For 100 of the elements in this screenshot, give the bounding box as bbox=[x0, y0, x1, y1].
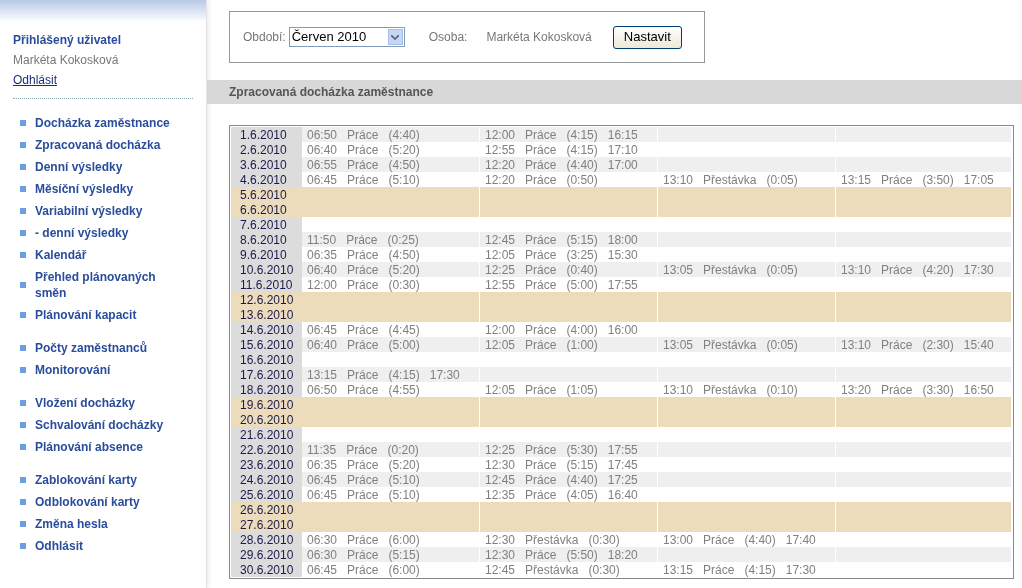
start-time: 12:55 bbox=[485, 141, 516, 159]
duration: (0:50) bbox=[566, 172, 598, 189]
start-time: 13:00 bbox=[663, 531, 694, 549]
duration: (4:15) bbox=[566, 126, 598, 144]
activity-type: Práce bbox=[347, 261, 379, 279]
end-time: 17:10 bbox=[607, 141, 638, 159]
activity-type: Práce bbox=[703, 531, 735, 549]
set-button[interactable]: Nastavit bbox=[612, 25, 682, 49]
bullet-icon bbox=[20, 367, 26, 373]
activity-type: Práce bbox=[347, 471, 379, 489]
menu-item[interactable]: Kalendář bbox=[35, 247, 175, 263]
menu-item[interactable]: Monitorování bbox=[35, 362, 175, 378]
date-cell: 22.6.2010 bbox=[231, 442, 302, 457]
start-time: 13:10 bbox=[841, 261, 872, 279]
duration: (3:30) bbox=[922, 381, 954, 399]
date-cell: 18.6.2010 bbox=[231, 382, 302, 397]
date-cell: 30.6.2010 bbox=[231, 562, 302, 577]
date-cell: 7.6.2010 bbox=[231, 217, 302, 232]
bullet-icon bbox=[20, 208, 26, 214]
activity-type: Práce bbox=[525, 156, 557, 174]
bullet-icon bbox=[20, 499, 26, 505]
person-label: Osoba: bbox=[428, 29, 468, 46]
menu-item[interactable]: Zpracovaná docházka bbox=[35, 137, 175, 153]
activity-type: Práce bbox=[525, 141, 557, 159]
activity-type: Práce bbox=[525, 321, 557, 339]
menu-item[interactable]: Přehled plánovaných směn bbox=[35, 269, 175, 301]
end-time: 18:00 bbox=[607, 231, 638, 249]
date-cell: 11.6.2010 bbox=[231, 277, 302, 292]
bullet-icon bbox=[20, 120, 26, 126]
end-time: 17:05 bbox=[963, 171, 994, 189]
activity-type: Práce bbox=[703, 561, 735, 579]
activity-type: Přestávka bbox=[525, 562, 579, 579]
section-title: Zpracovaná docházka zaměstnance bbox=[207, 80, 1022, 104]
menu-item[interactable]: - denní výsledky bbox=[35, 225, 175, 241]
activity-type: Práce bbox=[347, 561, 379, 579]
start-time: 12:05 bbox=[485, 246, 516, 264]
menu-item[interactable]: Docházka zaměstnance bbox=[35, 115, 175, 131]
date-cell: 8.6.2010 bbox=[231, 232, 302, 247]
activity-type: Přestávka bbox=[525, 531, 579, 549]
bullet-icon bbox=[20, 422, 26, 428]
start-time: 12:00 bbox=[485, 321, 516, 339]
duration: (4:50) bbox=[388, 247, 420, 264]
start-time: 12:05 bbox=[485, 381, 516, 399]
duration: (4:45) bbox=[388, 321, 420, 339]
period-select[interactable]: Červen 2010 bbox=[288, 27, 405, 47]
user-name: Markéta Kokosková bbox=[13, 52, 120, 69]
activity-type: Práce bbox=[881, 261, 913, 279]
logout-link[interactable]: Odhlásit bbox=[13, 71, 58, 89]
date-cell: 9.6.2010 bbox=[231, 247, 302, 262]
menu-item[interactable]: Plánování absence bbox=[35, 439, 175, 455]
activity-type: Práce bbox=[347, 246, 379, 264]
start-time: 06:30 bbox=[307, 546, 338, 564]
duration: (5:20) bbox=[388, 457, 420, 474]
activity-type: Práce bbox=[525, 456, 557, 474]
activity-type: Práce bbox=[346, 441, 378, 459]
menu-item[interactable]: Denní výsledky bbox=[35, 159, 175, 175]
activity-type: Práce bbox=[347, 156, 379, 174]
activity-type: Práce bbox=[525, 126, 557, 144]
duration: (0:05) bbox=[766, 261, 798, 279]
start-time: 06:45 bbox=[307, 171, 338, 189]
duration: (4:15) bbox=[744, 561, 776, 579]
duration: (4:15) bbox=[388, 366, 420, 384]
end-time: 16:15 bbox=[607, 126, 638, 144]
menu-item[interactable]: Schvalování docházky bbox=[35, 417, 175, 433]
duration: (5:15) bbox=[566, 457, 598, 474]
date-cell: 21.6.2010 bbox=[231, 427, 302, 442]
duration: (6:00) bbox=[388, 562, 420, 579]
duration: (5:20) bbox=[388, 262, 420, 279]
date-cell: 29.6.2010 bbox=[231, 547, 302, 562]
start-time: 06:45 bbox=[307, 471, 338, 489]
menu-item[interactable]: Vložení docházky bbox=[35, 395, 175, 411]
start-time: 06:35 bbox=[307, 246, 338, 264]
menu-item[interactable]: Variabilní výsledky bbox=[35, 203, 175, 219]
start-time: 12:35 bbox=[485, 486, 516, 504]
activity-type: Práce bbox=[525, 231, 557, 249]
menu-item[interactable]: Měsíční výsledky bbox=[35, 181, 175, 197]
activity-type: Práce bbox=[881, 336, 913, 354]
menu-item[interactable]: Počty zaměstnanců bbox=[35, 340, 175, 356]
menu-item[interactable]: Změna hesla bbox=[35, 516, 175, 532]
end-time: 17:30 bbox=[785, 561, 816, 579]
menu-item[interactable]: Plánování kapacit bbox=[35, 307, 175, 323]
bullet-icon bbox=[20, 252, 26, 258]
start-time: 06:40 bbox=[307, 141, 338, 159]
start-time: 11:50 bbox=[307, 231, 337, 249]
bullet-icon bbox=[20, 282, 26, 288]
duration: (4:15) bbox=[566, 142, 598, 159]
menu-item[interactable]: Zablokování karty bbox=[35, 472, 175, 488]
date-cell: 28.6.2010 bbox=[231, 532, 302, 547]
bullet-icon bbox=[20, 444, 26, 450]
duration: (1:05) bbox=[566, 381, 598, 399]
activity-type: Práce bbox=[525, 546, 557, 564]
menu-item[interactable]: Odhlásit bbox=[35, 538, 175, 554]
start-time: 13:10 bbox=[663, 381, 694, 399]
duration: (0:25) bbox=[387, 231, 419, 249]
person-name: Markéta Kokosková bbox=[486, 29, 592, 46]
activity-type: Práce bbox=[346, 231, 378, 249]
menu-item[interactable]: Odblokování karty bbox=[35, 494, 175, 510]
start-time: 12:20 bbox=[485, 156, 516, 174]
activity-type: Práce bbox=[347, 141, 379, 159]
date-cell: 2.6.2010 bbox=[231, 142, 302, 157]
